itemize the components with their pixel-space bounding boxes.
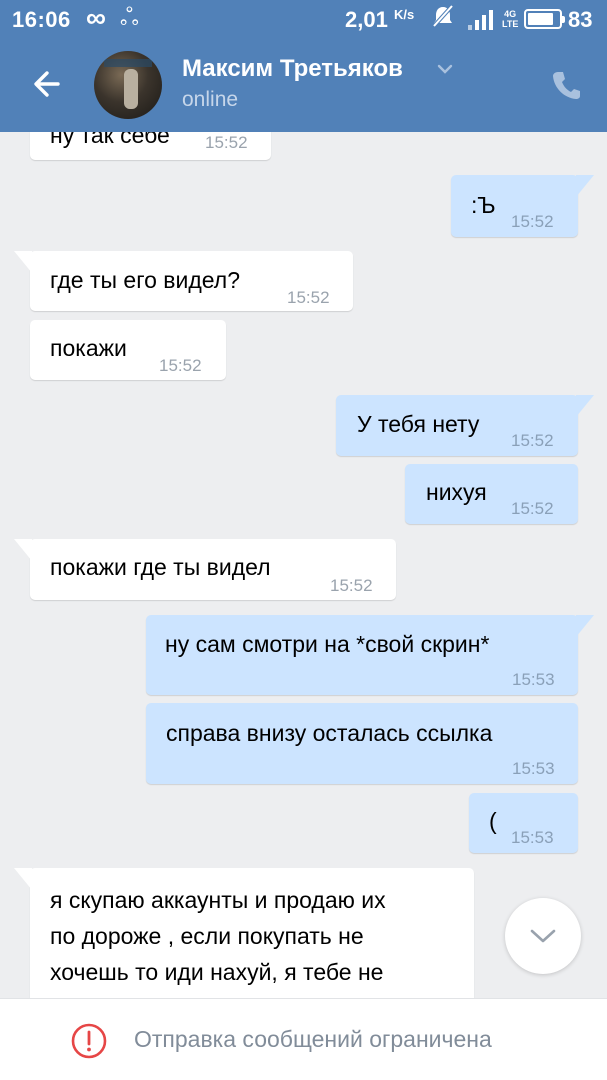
message-text: ну так себе bbox=[50, 132, 170, 148]
message-line: хочешь то иди нахуй, я тебе не bbox=[50, 959, 384, 985]
message-text: покажи bbox=[50, 335, 127, 361]
message-incoming[interactable]: покажи 15:52 bbox=[30, 320, 226, 380]
scroll-down-button[interactable] bbox=[505, 898, 581, 974]
message-time: 15:53 bbox=[512, 759, 555, 778]
call-button[interactable] bbox=[550, 68, 584, 102]
message-text: нихуя bbox=[426, 479, 487, 505]
chevron-down-icon[interactable] bbox=[436, 60, 454, 78]
message-time: 15:52 bbox=[205, 133, 248, 152]
battery-icon bbox=[524, 9, 565, 29]
phone-icon bbox=[553, 72, 580, 99]
message-text: :Ъ bbox=[471, 192, 496, 218]
chat-header: Максим Третьяков online bbox=[0, 38, 607, 132]
message-incoming[interactable]: где ты его видел? 15:52 bbox=[14, 251, 353, 311]
message-line: по дороже , если покупать не bbox=[50, 923, 364, 949]
message-outgoing[interactable]: :Ъ 15:52 bbox=[451, 175, 594, 237]
message-outgoing[interactable]: У тебя нету 15:52 bbox=[336, 395, 594, 456]
message-incoming[interactable]: ну так себе 15:52 bbox=[30, 132, 271, 160]
message-outgoing[interactable]: ( 15:53 bbox=[469, 793, 578, 853]
speed-value: 2,01 bbox=[345, 7, 388, 32]
exclamation-circle-icon bbox=[71, 1023, 107, 1059]
arrow-left-icon bbox=[34, 71, 60, 97]
message-time: 15:52 bbox=[511, 212, 554, 231]
network-type: 4G LTE bbox=[502, 9, 518, 29]
status-time: 16:06 bbox=[12, 7, 71, 32]
message-time: 15:53 bbox=[511, 828, 554, 847]
message-incoming[interactable]: покажи где ты видел 15:52 bbox=[14, 539, 396, 600]
message-time: 15:53 bbox=[512, 670, 555, 689]
message-text: где ты его видел? bbox=[50, 267, 240, 293]
contact-name[interactable]: Максим Третьяков bbox=[182, 55, 403, 83]
message-time: 15:52 bbox=[511, 499, 554, 518]
top-bar: 16:06 ∞ ஃ 2,01 K/s 4G LTE 83 Максим Треть… bbox=[0, 0, 607, 132]
mute-icon bbox=[432, 4, 454, 35]
network-sub-label: LTE bbox=[502, 19, 519, 29]
message-outgoing[interactable]: справа внизу осталась ссылка 15:53 bbox=[146, 703, 578, 784]
message-time: 15:52 bbox=[330, 576, 373, 595]
back-button[interactable] bbox=[28, 64, 68, 104]
network-label: 4G bbox=[504, 9, 517, 19]
battery-percent: 83 bbox=[568, 7, 593, 32]
message-line: я скупаю аккаунты и продаю их bbox=[50, 887, 386, 913]
contact-avatar[interactable] bbox=[94, 51, 162, 119]
messaging-restricted-notice: Отправка сообщений ограничена bbox=[134, 1026, 492, 1052]
bottom-bar: Отправка сообщений ограничена bbox=[0, 998, 607, 1080]
message-time: 15:52 bbox=[511, 431, 554, 450]
message-time: 15:52 bbox=[159, 356, 202, 375]
message-outgoing[interactable]: нихуя 15:52 bbox=[405, 464, 578, 524]
message-time: 15:52 bbox=[287, 288, 330, 307]
link-icon: ஃ bbox=[120, 4, 139, 31]
message-text: ну сам смотри на *свой скрин* bbox=[165, 631, 490, 657]
message-text: У тебя нету bbox=[357, 411, 480, 437]
message-list[interactable]: ну так себе 15:52 :Ъ 15:52 где ты его ви… bbox=[0, 132, 607, 998]
signal-icon bbox=[468, 10, 496, 30]
message-text: ( bbox=[489, 808, 497, 834]
message-outgoing[interactable]: ну сам смотри на *свой скрин* 15:53 bbox=[146, 615, 594, 695]
contact-status: online bbox=[182, 88, 239, 111]
network-speed: 2,01 K/s bbox=[345, 7, 414, 33]
message-text: я скупаю аккаунты и продаю их по дороже … bbox=[50, 882, 386, 990]
status-bar: 16:06 ∞ ஃ 2,01 K/s 4G LTE 83 bbox=[0, 0, 607, 38]
chevron-down-icon bbox=[530, 929, 556, 943]
message-text: справа внизу осталась ссылка bbox=[166, 720, 493, 746]
speed-unit: K/s bbox=[393, 7, 415, 22]
message-incoming[interactable]: я скупаю аккаунты и продаю их по дороже … bbox=[14, 868, 474, 998]
message-text: покажи где ты видел bbox=[50, 554, 271, 580]
infinity-icon: ∞ bbox=[86, 2, 106, 33]
